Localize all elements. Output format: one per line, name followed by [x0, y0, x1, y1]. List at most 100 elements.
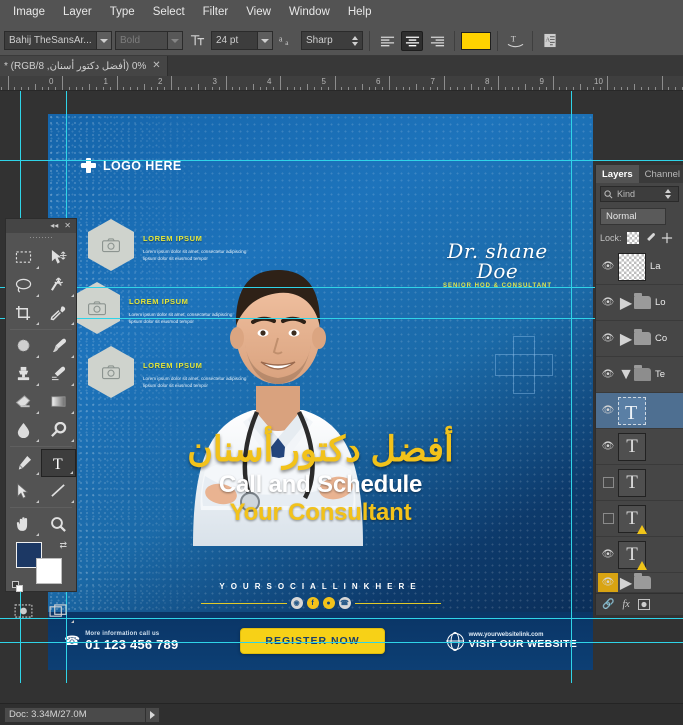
magic-wand-tool[interactable]	[41, 271, 76, 299]
font-size-select[interactable]: 24 pt	[211, 31, 273, 50]
lock-transparent-icon[interactable]	[626, 232, 639, 244]
text-color-swatch[interactable]	[461, 31, 491, 50]
table-row[interactable]: 👁 ▼ Te	[596, 357, 683, 393]
layer-visibility-toggle[interactable]: 👁	[598, 549, 618, 560]
guide-horizontal[interactable]	[0, 618, 683, 619]
path-selection-tool[interactable]	[6, 477, 41, 505]
layer-thumbnail[interactable]: T	[618, 468, 646, 497]
hand-tool[interactable]	[6, 510, 41, 538]
table-row[interactable]: T	[596, 501, 683, 537]
move-tool[interactable]	[41, 243, 76, 271]
eraser-tool[interactable]	[6, 388, 41, 416]
document-info[interactable]: Doc: 3.34M/27.0M	[4, 706, 146, 723]
table-row[interactable]: 👁 ▶ Lo	[596, 285, 683, 321]
layer-thumbnail[interactable]: T	[618, 540, 647, 570]
menu-item-layer[interactable]: Layer	[54, 3, 101, 23]
layer-thumbnail[interactable]: T	[618, 396, 646, 425]
spinner-icon[interactable]	[664, 189, 675, 199]
close-icon[interactable]: ✕	[152, 61, 160, 71]
lock-position-icon[interactable]	[661, 232, 673, 244]
chevron-down-icon[interactable]: ▼	[618, 366, 634, 384]
quick-mask-icon[interactable]	[6, 597, 41, 625]
guide-horizontal[interactable]	[0, 318, 683, 319]
collapse-panel-icon[interactable]: ◂◂	[50, 222, 58, 230]
lasso-tool[interactable]	[6, 271, 41, 299]
table-row[interactable]: 👁 T	[596, 429, 683, 465]
close-icon[interactable]: ✕	[64, 222, 71, 230]
line-tool[interactable]	[41, 477, 76, 505]
spinner-icon[interactable]	[351, 35, 362, 46]
guide-horizontal[interactable]	[0, 160, 683, 161]
chevron-right-icon[interactable]: ▶	[618, 573, 634, 593]
tab-channels[interactable]: Channel	[639, 165, 683, 183]
background-color-swatch[interactable]	[36, 558, 62, 584]
horizontal-ruler[interactable]: 0 1 2 3 4 5 6 7 8 9 10	[0, 76, 683, 91]
table-row[interactable]: 👁 ▶ Co	[596, 321, 683, 357]
blur-tool[interactable]	[6, 416, 41, 444]
align-right-button[interactable]	[426, 31, 448, 51]
healing-brush-tool[interactable]	[6, 332, 41, 360]
chevron-right-icon[interactable]: ▶	[618, 329, 634, 349]
brush-tool[interactable]	[41, 332, 76, 360]
clone-stamp-tool[interactable]	[6, 360, 41, 388]
character-panel-icon[interactable]: A	[539, 30, 561, 52]
whatsapp-icon[interactable]: ☎	[338, 597, 351, 609]
table-row[interactable]: 👁 T	[596, 393, 683, 429]
tab-layers[interactable]: Layers	[596, 165, 639, 183]
tools-panel-header[interactable]: ◂◂ ✕	[6, 219, 76, 233]
gradient-tool[interactable]	[41, 388, 76, 416]
type-tool[interactable]: T	[41, 449, 76, 477]
layer-visibility-toggle[interactable]: 👁	[598, 333, 618, 344]
history-brush-tool[interactable]	[41, 360, 76, 388]
table-row[interactable]: 👁 ▶	[596, 573, 683, 593]
chevron-down-icon[interactable]	[257, 32, 272, 49]
crop-tool[interactable]	[6, 299, 41, 327]
table-row[interactable]: 👁 T	[596, 537, 683, 573]
marquee-tool[interactable]	[6, 243, 41, 271]
swap-colors-icon[interactable]: ⇄	[59, 540, 67, 551]
layer-visibility-toggle[interactable]: 👁	[598, 405, 618, 416]
lock-image-icon[interactable]	[644, 232, 656, 244]
chevron-down-icon[interactable]	[96, 32, 111, 49]
eyedropper-tool[interactable]	[41, 299, 76, 327]
layer-visibility-toggle[interactable]: 👁	[598, 261, 618, 272]
layer-mask-icon[interactable]	[637, 599, 650, 610]
layer-visibility-toggle[interactable]: 👁	[598, 441, 618, 452]
layer-visibility-toggle[interactable]	[598, 477, 618, 488]
menu-item-type[interactable]: Type	[101, 3, 144, 23]
font-family-select[interactable]: Bahij TheSansAr...	[4, 31, 112, 50]
zoom-tool[interactable]	[41, 510, 76, 538]
facebook-icon[interactable]: f	[306, 597, 319, 609]
menu-item-window[interactable]: Window	[280, 3, 339, 23]
align-center-button[interactable]	[401, 30, 423, 51]
layer-visibility-toggle[interactable]: 👁	[598, 369, 618, 380]
menu-item-view[interactable]: View	[237, 3, 280, 23]
chevron-down-icon[interactable]	[167, 32, 182, 49]
table-row[interactable]: 👁 La	[596, 249, 683, 285]
table-row[interactable]: T	[596, 465, 683, 501]
dodge-tool[interactable]	[41, 416, 76, 444]
screen-mode-icon[interactable]	[41, 597, 76, 625]
canvas-area[interactable]: LOGO HERE LOREM IPSUM Lorem ipsum dolor …	[0, 91, 683, 683]
layer-visibility-toggle[interactable]	[598, 513, 618, 524]
instagram-icon[interactable]: ◉	[290, 597, 303, 609]
blend-mode-select[interactable]: Normal	[600, 207, 666, 225]
menu-item-help[interactable]: Help	[339, 3, 381, 23]
layer-thumbnail[interactable]	[618, 252, 646, 281]
default-colors-icon[interactable]	[12, 581, 23, 592]
layer-thumbnail[interactable]: T	[618, 432, 646, 461]
register-now-button[interactable]: REGISTER NOW	[240, 628, 385, 654]
chevron-right-icon[interactable]: ▶	[618, 293, 634, 313]
guide-vertical[interactable]	[571, 91, 572, 683]
layer-visibility-toggle[interactable]: 👁	[598, 573, 618, 592]
pen-tool[interactable]	[6, 449, 41, 477]
layer-thumbnail[interactable]: T	[618, 504, 647, 534]
align-left-button[interactable]	[376, 31, 398, 51]
guide-horizontal[interactable]	[0, 287, 683, 288]
layer-filter-kind-select[interactable]: Kind	[600, 186, 679, 202]
layer-style-icon[interactable]: fx	[622, 599, 629, 610]
guide-horizontal[interactable]	[0, 642, 683, 643]
link-layers-icon[interactable]: 🔗	[602, 599, 614, 610]
anti-alias-select[interactable]: Sharp	[301, 31, 363, 50]
twitter-icon[interactable]: ●	[322, 597, 335, 609]
